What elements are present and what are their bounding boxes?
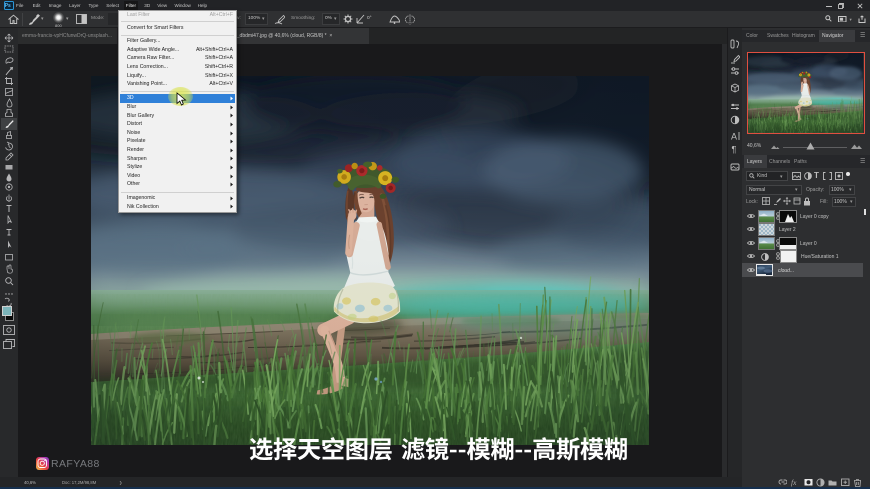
svg-text:fx: fx (791, 478, 797, 487)
svg-text:A: A (731, 132, 737, 142)
svg-text:¶: ¶ (732, 144, 737, 154)
